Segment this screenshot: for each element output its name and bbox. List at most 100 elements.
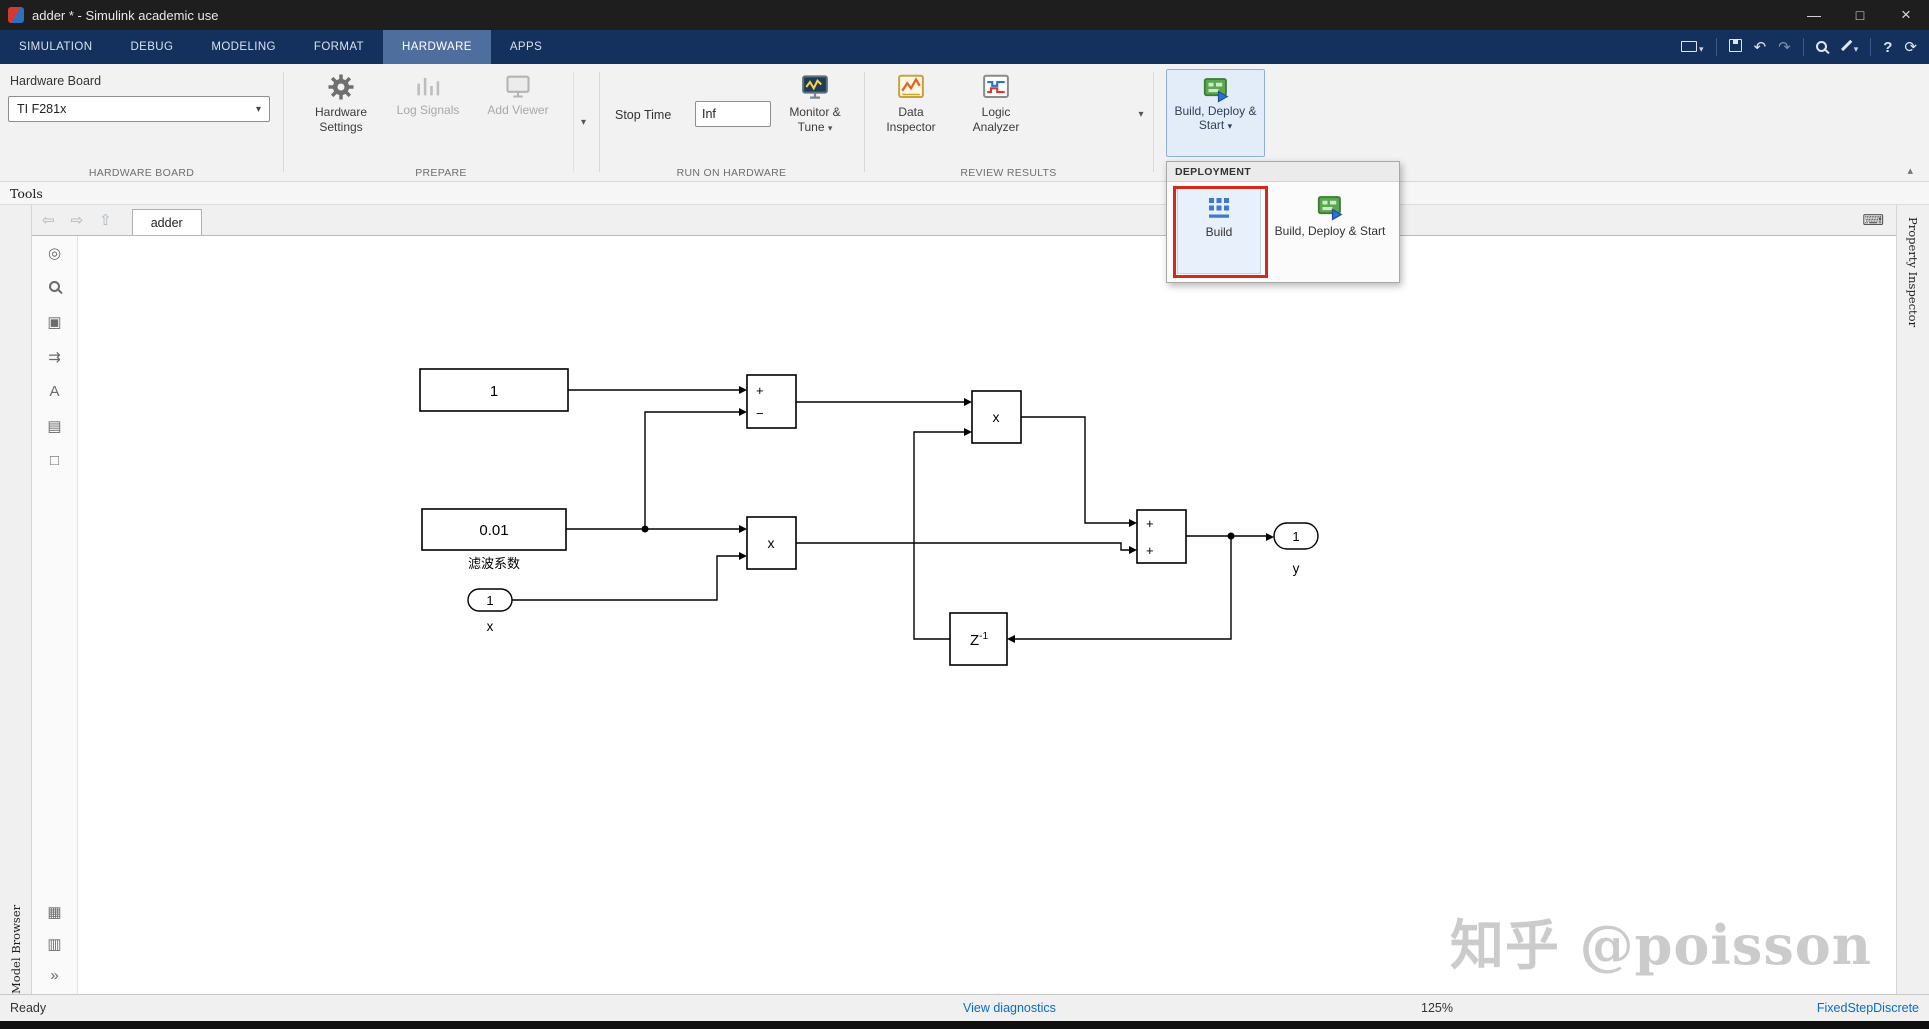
minimize-button[interactable]: — [1791,0,1837,30]
fit-to-view-icon[interactable]: ▣ [47,313,61,331]
collapse-ribbon-button[interactable]: ▴ [1907,164,1913,177]
arrow-icon [739,408,747,416]
block-inport-x[interactable]: 1 [467,588,513,612]
add-viewer-button: Add Viewer [485,68,551,152]
stop-time-input[interactable] [695,101,771,127]
annotation-icon[interactable]: A [49,383,59,400]
branch-point [1227,532,1235,540]
status-ready: Ready [10,1001,47,1015]
workspace: Model Browser ⇦ ⇨ ⇧ adder ⌨ ◎ ▣ ⇉ A ▤ □ … [0,205,1929,994]
tab-simulation[interactable]: SIMULATION [0,30,111,64]
menu-item-build[interactable]: Build [1177,188,1261,274]
svg-text:0.01: 0.01 [479,522,508,539]
svg-text:+: + [1146,516,1154,531]
block-caption-filter-coeff: 滤波系数 [468,556,520,571]
save-icon [1728,38,1742,52]
property-inspector-label: Property Inspector [1906,217,1920,328]
review-gallery-button[interactable]: ▾ [1131,100,1151,128]
block-product2[interactable]: x [971,390,1022,444]
toolbar-separator [1870,38,1872,56]
logic-analyzer-icon [983,74,1009,98]
viewmarks-icon[interactable]: ▦ [47,903,61,921]
model-canvas[interactable]: 1 0.01 滤波系数 1 x + − x x + + Z-1 1 y 知乎 @… [78,236,1896,994]
close-button[interactable]: × [1883,0,1929,30]
menu-item-build-deploy-start-label: Build, Deploy & Start [1274,224,1386,238]
solver-link[interactable]: FixedStepDiscrete [1817,1001,1919,1015]
arrow-icon [739,552,747,560]
section-label: HARDWARE BOARD [88,167,195,179]
area-annotation-icon[interactable]: □ [50,452,59,469]
undo-button[interactable]: ↶ [1754,38,1767,56]
maximize-button[interactable]: □ [1837,0,1883,30]
tab-format[interactable]: FORMAT [295,30,383,64]
search-button[interactable] [1815,39,1827,56]
build-icon [1209,198,1229,218]
block-constant-filter-coeff[interactable]: 0.01 [421,508,567,551]
hide-explorer-bar-icon[interactable]: ◎ [48,244,61,262]
hardware-board-select[interactable]: TI F281x ▾ [8,96,270,122]
image-annotation-icon[interactable]: ▤ [47,417,61,435]
property-inspector-collapsed-panel[interactable]: Property Inspector [1896,205,1929,994]
redo-button: ↷ [1778,39,1791,56]
view-diagnostics-link[interactable]: View diagnostics [963,1001,1056,1015]
zoom-button[interactable] [49,279,60,296]
forward-icon: ⇨ [70,212,84,229]
section-hardware-board: Hardware Board TI F281x ▾ HARDWARE BOARD [0,64,283,182]
model-browser-collapsed-panel[interactable]: Model Browser [0,205,32,994]
section-prepare: Hardware Settings Log Signals Add Viewer… [283,64,599,182]
document-tab-adder[interactable]: adder [131,209,202,235]
section-label: PREPARE [415,167,467,179]
expand-palette-icon[interactable]: » [50,967,58,984]
add-viewer-label: Add Viewer [487,103,549,117]
arrow-icon [739,386,747,394]
hardware-settings-label: Hardware Settings [314,105,368,134]
keyboard-shortcuts-icon[interactable]: ⌨ [1862,211,1896,229]
svg-text:x: x [993,409,1000,425]
prepare-gallery-button[interactable]: ▾ [573,72,593,172]
layout-button[interactable]: ▾ [1681,39,1704,56]
tab-debug[interactable]: DEBUG [111,30,192,64]
save-button[interactable] [1728,38,1742,56]
tab-hardware[interactable]: HARDWARE [383,30,491,64]
signal-prod2-to-sum2[interactable] [1021,416,1129,524]
arrow-icon [739,525,747,533]
tools-row: Tools [0,182,1929,205]
hardware-settings-button[interactable]: Hardware Settings [300,68,382,152]
data-inspector-label: Data Inspector [886,105,936,134]
simulink-window: adder * - Simulink academic use — □ × SI… [0,0,1929,1029]
block-product1[interactable]: x [746,516,797,570]
svg-text:+: + [1146,543,1154,558]
svg-text:1: 1 [490,383,498,400]
tab-apps[interactable]: APPS [491,30,561,64]
ribbon-hardware: Hardware Board TI F281x ▾ HARDWARE BOARD [0,64,1929,182]
signal-branch-to-sum1-minus[interactable] [644,411,739,529]
logic-analyzer-label: Logic Analyzer [972,105,1020,134]
menu-item-build-deploy-start[interactable]: Build, Deploy & Start [1269,188,1391,274]
auto-arrange-icon[interactable]: ⇉ [48,348,61,366]
signal-prod1-to-sum2[interactable] [796,542,1129,551]
chevron-down-icon: ▾ [255,103,261,115]
signal-delay-to-prod2[interactable] [913,431,964,640]
signal-branch-to-delay[interactable] [1015,536,1232,640]
title-bar: adder * - Simulink academic use — □ × [0,0,1929,30]
toolbar-separator [1802,38,1804,56]
block-sum2[interactable]: + + [1136,509,1187,564]
signal-inport-to-prod1[interactable] [512,555,739,601]
monitor-tune-button[interactable]: Monitor & Tune ▾ [779,68,851,152]
updates-button[interactable]: ⟳ [1904,38,1917,56]
zoom-icon [49,281,60,292]
block-unit-delay[interactable]: Z-1 [949,612,1008,666]
pen-icon [1839,39,1852,52]
block-outport-y[interactable]: 1 [1273,522,1319,550]
tab-modeling[interactable]: MODELING [192,30,295,64]
annotate-button[interactable]: ▾ [1839,39,1859,56]
block-constant-1[interactable]: 1 [419,368,569,412]
block-sum1[interactable]: + − [746,374,797,429]
screenshot-icon[interactable]: ▥ [47,935,61,953]
build-deploy-start-button[interactable]: Build, Deploy & Start ▾ [1166,69,1265,157]
help-button[interactable]: ? [1883,39,1892,56]
chevron-down-icon: ▾ [827,123,833,133]
svg-text:+: + [756,383,764,398]
logic-analyzer-button[interactable]: Logic Analyzer [962,68,1030,152]
data-inspector-button[interactable]: Data Inspector [878,68,944,152]
